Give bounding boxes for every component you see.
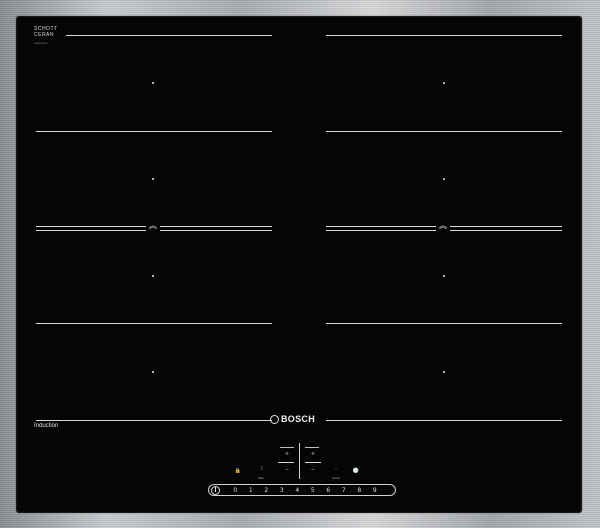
bosch-armature-icon xyxy=(270,414,279,424)
zone-center-dot xyxy=(443,82,445,84)
slider-level-5[interactable]: 5 xyxy=(308,487,319,494)
left-zone-indicator xyxy=(278,462,294,463)
flex-divider-right-b xyxy=(450,226,562,231)
slider-level-7[interactable]: 7 xyxy=(339,487,350,494)
cooktop-glass-surface xyxy=(16,16,582,513)
left-zone-minus-button[interactable]: − xyxy=(283,467,291,473)
zone-center-dot xyxy=(443,178,445,180)
slider-level-0[interactable]: 0 xyxy=(230,487,241,494)
power-level-slider[interactable]: 0 · 1 · 2 · 3 · 4 · 5 · 6 · 7 · 8 · 9 xyxy=(208,484,396,496)
slider-level-4[interactable]: 4 xyxy=(292,487,303,494)
zone-line-left-4 xyxy=(36,323,272,324)
flex-zone-icon[interactable]: ⁝ xyxy=(258,466,266,472)
zone-line-right-4 xyxy=(326,323,562,324)
bosch-logo: BOSCH xyxy=(270,414,315,424)
timer-icon[interactable]: 🕓 xyxy=(351,468,361,474)
double-chevron-up-icon: ︽ xyxy=(149,221,157,230)
zone-center-dot xyxy=(443,275,445,277)
slider-level-9[interactable]: 9 xyxy=(370,487,381,494)
zone-center-dot xyxy=(443,371,445,373)
induction-label: Induction xyxy=(34,423,59,429)
child-lock-icon[interactable]: 🔒 xyxy=(232,468,244,474)
flex-divider-left-b xyxy=(160,226,272,231)
zone-line-right-bottom xyxy=(326,420,562,421)
slider-numbers: 0 · 1 · 2 · 3 · 4 · 5 · 6 · 7 · 8 · 9 xyxy=(230,487,380,494)
right-zone-control-line xyxy=(305,447,319,448)
zone-line-left-bottom xyxy=(36,420,272,421)
right-zone-minus-button[interactable]: − xyxy=(309,467,317,473)
brand-name: BOSCH xyxy=(281,414,316,424)
zone-line-right-2 xyxy=(326,131,562,132)
flex-divider-left-a xyxy=(36,226,146,231)
zone-line-left-2 xyxy=(36,131,272,132)
slider-level-1[interactable]: 1 xyxy=(246,487,257,494)
zone-center-dot xyxy=(152,371,154,373)
zone-center-dot xyxy=(152,275,154,277)
power-icon[interactable] xyxy=(211,485,220,495)
left-zone-control-line xyxy=(280,447,294,448)
model-text: xxxxxxxxx xyxy=(34,41,48,45)
boost-icon[interactable]: ◦ xyxy=(332,467,340,473)
right-zone-plus-button[interactable]: + xyxy=(309,451,317,457)
boost-label: boost xyxy=(332,476,340,480)
slider-level-6[interactable]: 6 xyxy=(323,487,334,494)
zone-line-right-top xyxy=(326,35,562,36)
double-chevron-up-icon: ︽ xyxy=(439,221,447,230)
flex-label: Flex xyxy=(258,476,264,480)
zone-center-dot xyxy=(152,178,154,180)
slider-level-3[interactable]: 3 xyxy=(277,487,288,494)
slider-level-8[interactable]: 8 xyxy=(354,487,365,494)
schott-ceran-logo: SCHOTT CERAN xyxy=(34,26,58,38)
zone-center-dot xyxy=(152,82,154,84)
zone-line-left-top xyxy=(66,35,272,36)
slider-level-2[interactable]: 2 xyxy=(261,487,272,494)
right-zone-indicator xyxy=(305,462,321,463)
control-center-divider xyxy=(299,443,300,479)
flex-divider-right-a xyxy=(326,226,436,231)
left-zone-plus-button[interactable]: + xyxy=(283,451,291,457)
schott-logo-line2: CERAN xyxy=(34,32,55,38)
